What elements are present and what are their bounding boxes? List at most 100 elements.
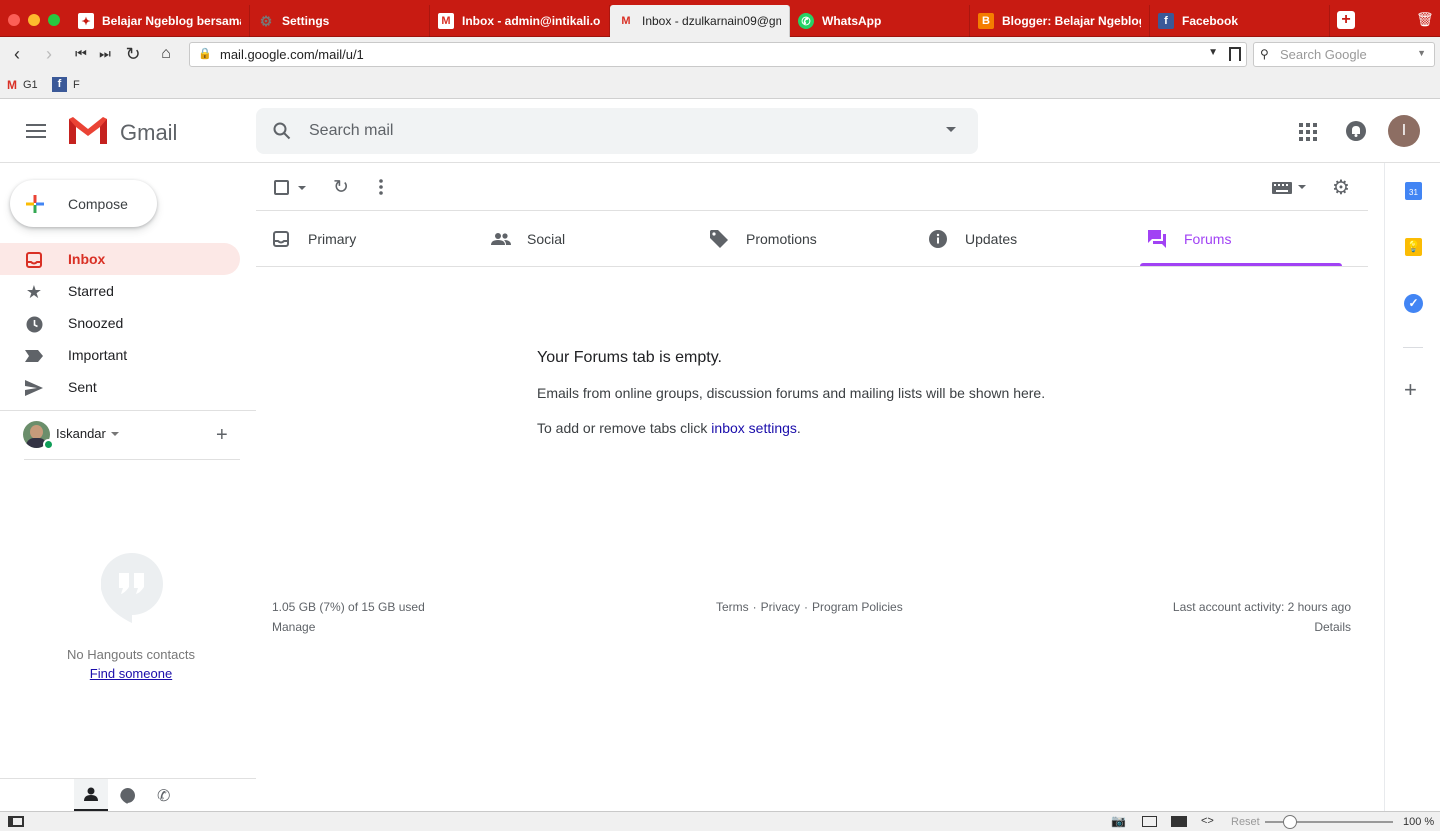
gmail-logo-text: Gmail — [120, 120, 178, 145]
zoom-reset-button[interactable]: Reset — [1231, 816, 1260, 828]
last-account-activity: Last account activity: 2 hours ago — [1172, 600, 1351, 614]
empty-state-title: Your Forums tab is empty. — [537, 349, 722, 366]
search-mail-field[interactable]: Search mail — [256, 108, 978, 154]
hamburger-menu-icon[interactable] — [26, 124, 46, 138]
nav-item-sent[interactable]: Sent — [0, 371, 240, 403]
online-status-badge — [43, 439, 54, 450]
forward-icon[interactable]: › — [38, 43, 60, 65]
chevron-down-icon[interactable]: ▼ — [1417, 48, 1426, 58]
nav-item-starred[interactable]: ★ Starred — [0, 275, 240, 307]
hangouts-user-menu[interactable]: Iskandar — [56, 426, 119, 441]
contacts-tab[interactable] — [74, 779, 108, 811]
tabs-divider — [256, 266, 1368, 267]
bookmark-gmail[interactable]: M G1 — [7, 78, 38, 92]
person-icon — [84, 787, 98, 801]
rewind-icon[interactable]: ⏮ — [70, 43, 92, 65]
browser-tab-whatsapp[interactable]: ✆ WhatsApp — [790, 5, 970, 37]
activity-details-link[interactable]: Details — [1250, 620, 1351, 634]
nav-item-snoozed[interactable]: Snoozed — [0, 307, 240, 339]
input-tools-dropdown-icon[interactable] — [1298, 185, 1306, 189]
camera-icon[interactable]: 📷 — [1111, 814, 1126, 828]
keep-icon[interactable]: 💡 — [1405, 238, 1422, 256]
browser-tab-strip: ✦ Belajar Ngeblog bersama Iskandar ⚙ Set… — [0, 0, 1440, 37]
browser-tab-inbox-active[interactable]: M Inbox - dzulkarnain09@gmail.com — [610, 5, 790, 37]
account-avatar[interactable]: I — [1388, 115, 1420, 147]
keyboard-icon[interactable] — [1272, 182, 1292, 194]
tasks-icon[interactable]: ✓ — [1404, 294, 1423, 313]
trash-icon[interactable]: 🗑 — [1416, 11, 1434, 29]
gmail-favicon-icon: M — [438, 13, 454, 29]
tab-social[interactable]: Social — [475, 211, 694, 267]
gmail-logo-icon[interactable] — [68, 115, 108, 145]
panel-toggle-icon[interactable] — [8, 816, 24, 827]
empty-state-settings-line: To add or remove tabs click inbox settin… — [537, 420, 801, 436]
privacy-link[interactable]: Privacy — [761, 600, 800, 614]
new-tab-plus-icon[interactable]: + — [1337, 11, 1355, 29]
add-hangout-plus-icon[interactable]: + — [216, 425, 228, 445]
people-icon — [491, 230, 511, 248]
minimize-window-button[interactable] — [28, 14, 40, 26]
home-icon[interactable]: ⌂ — [155, 43, 177, 65]
settings-gear-icon[interactable]: ⚙ — [1332, 175, 1350, 200]
more-options-icon[interactable] — [379, 179, 383, 195]
tab-promotions[interactable]: Promotions — [694, 211, 913, 267]
browser-tab-inbox-admin[interactable]: M Inbox - admin@intikali.org - Intikali — [430, 5, 610, 37]
search-options-dropdown-icon[interactable] — [946, 127, 956, 132]
find-someone-link[interactable]: Find someone — [0, 666, 262, 681]
zoom-slider-handle[interactable] — [1283, 815, 1297, 829]
hangouts-chat-icon[interactable] — [120, 788, 135, 804]
inbox-tray-icon — [272, 230, 290, 248]
hangouts-divider — [24, 459, 240, 460]
program-policies-link[interactable]: Program Policies — [812, 600, 903, 614]
bookmark-icon[interactable] — [1229, 47, 1241, 61]
code-icon[interactable]: <> — [1201, 815, 1214, 827]
close-window-button[interactable] — [8, 14, 20, 26]
refresh-icon[interactable]: ↻ — [333, 176, 349, 199]
important-icon — [25, 347, 43, 365]
chevron-down-icon[interactable]: ▼ — [1208, 47, 1218, 58]
footer-links: Terms · Privacy · Program Policies — [716, 600, 903, 614]
reload-icon[interactable]: ↻ — [122, 43, 144, 65]
empty-state-description: Emails from online groups, discussion fo… — [537, 385, 1046, 401]
info-icon — [929, 230, 947, 248]
chevron-down-icon — [110, 431, 119, 436]
forum-icon — [1148, 230, 1166, 248]
calendar-icon[interactable]: 31 — [1405, 182, 1422, 200]
tab-forums[interactable]: Forums — [1132, 211, 1351, 267]
notifications-bell-icon[interactable] — [1346, 121, 1366, 141]
search-icon[interactable] — [273, 122, 291, 140]
zoom-window-button[interactable] — [48, 14, 60, 26]
sidebar-divider — [0, 410, 256, 411]
side-panel: 31 💡 ✓ + — [1384, 163, 1440, 811]
select-dropdown-icon[interactable] — [298, 186, 306, 190]
bookmarks-bar: M G1 f F — [0, 71, 1440, 99]
get-addons-plus-icon[interactable]: + — [1404, 379, 1417, 401]
star-icon: ★ — [25, 281, 43, 302]
nav-item-inbox[interactable]: Inbox — [0, 243, 240, 275]
gmail-favicon-icon: M — [7, 78, 17, 92]
address-bar[interactable]: 🔒 mail.google.com/mail/u/1 ▼ — [189, 42, 1247, 67]
apps-grid-icon[interactable] — [1299, 123, 1317, 141]
fast-forward-icon[interactable]: ⏭ — [94, 43, 116, 65]
storage-usage: 1.05 GB (7%) of 15 GB used — [272, 600, 425, 614]
images-icon[interactable] — [1171, 816, 1187, 827]
tab-updates[interactable]: Updates — [913, 211, 1132, 267]
facebook-icon: f — [1158, 13, 1174, 29]
select-all-checkbox[interactable] — [274, 180, 289, 195]
terms-link[interactable]: Terms — [716, 600, 749, 614]
browser-tab-blog[interactable]: ✦ Belajar Ngeblog bersama Iskandar — [70, 5, 250, 37]
window-icon[interactable] — [1142, 816, 1157, 827]
web-search-field[interactable]: ⚲ Search Google ▼ — [1253, 42, 1435, 67]
tab-primary[interactable]: Primary — [256, 211, 475, 267]
back-icon[interactable]: ‹ — [6, 43, 28, 65]
gear-icon: ⚙ — [259, 12, 273, 29]
nav-item-important[interactable]: Important — [0, 339, 240, 371]
browser-tab-blogger[interactable]: B Blogger: Belajar Ngeblog bersama — [970, 5, 1150, 37]
manage-storage-link[interactable]: Manage — [272, 620, 315, 634]
browser-tab-settings[interactable]: ⚙ Settings — [250, 5, 430, 37]
inbox-settings-link[interactable]: inbox settings — [711, 420, 797, 436]
browser-tab-facebook[interactable]: f Facebook — [1150, 5, 1330, 37]
compose-button[interactable]: Compose — [10, 180, 157, 227]
phone-icon[interactable]: ✆ — [157, 786, 170, 806]
bookmark-facebook[interactable]: f F — [52, 77, 80, 92]
